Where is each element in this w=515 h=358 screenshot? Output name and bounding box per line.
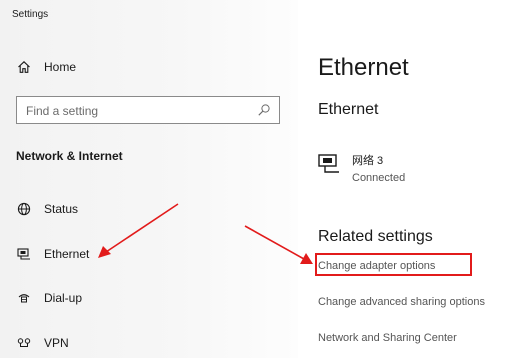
- sidebar-item-label: Ethernet: [44, 247, 90, 261]
- sidebar-item-ethernet[interactable]: Ethernet: [0, 239, 290, 269]
- section-subheading: Ethernet: [318, 101, 379, 118]
- adapter-status: Connected: [352, 172, 406, 184]
- search-input[interactable]: Find a setting: [16, 96, 280, 124]
- window-title: Settings: [12, 9, 49, 20]
- globe-icon: [16, 201, 32, 217]
- network-adapter-item[interactable]: 网络 3 Connected: [318, 151, 508, 187]
- sidebar-item-label: VPN: [44, 336, 69, 350]
- sidebar-item-label: Status: [44, 202, 79, 216]
- ethernet-adapter-icon: [318, 153, 340, 175]
- sidebar-item-dialup[interactable]: Dial-up: [0, 283, 290, 313]
- change-adapter-options-link[interactable]: Change adapter options: [318, 260, 435, 272]
- sidebar-item-status[interactable]: Status: [0, 194, 290, 224]
- vpn-icon: [16, 335, 32, 351]
- sidebar-item-label: Home: [44, 60, 77, 74]
- section-header: Network & Internet: [16, 149, 123, 163]
- search-placeholder: Find a setting: [26, 104, 99, 118]
- change-advanced-sharing-link[interactable]: Change advanced sharing options: [318, 296, 485, 308]
- adapter-name: 网络 3: [352, 155, 384, 167]
- dialup-icon: [16, 290, 32, 306]
- network-sharing-center-link[interactable]: Network and Sharing Center: [318, 332, 457, 344]
- home-icon: [16, 59, 32, 75]
- related-settings-title: Related settings: [318, 228, 433, 245]
- sidebar-item-label: Dial-up: [44, 291, 83, 305]
- main-content: Ethernet Ethernet 网络 3 Connected Related…: [298, 0, 515, 358]
- sidebar: Settings Home Find a setting Network & I…: [0, 0, 298, 358]
- ethernet-icon: [16, 246, 32, 262]
- page-title: Ethernet: [318, 54, 409, 81]
- search-icon[interactable]: [257, 103, 271, 117]
- sidebar-item-vpn[interactable]: VPN: [0, 328, 290, 358]
- sidebar-item-home[interactable]: Home: [0, 52, 290, 82]
